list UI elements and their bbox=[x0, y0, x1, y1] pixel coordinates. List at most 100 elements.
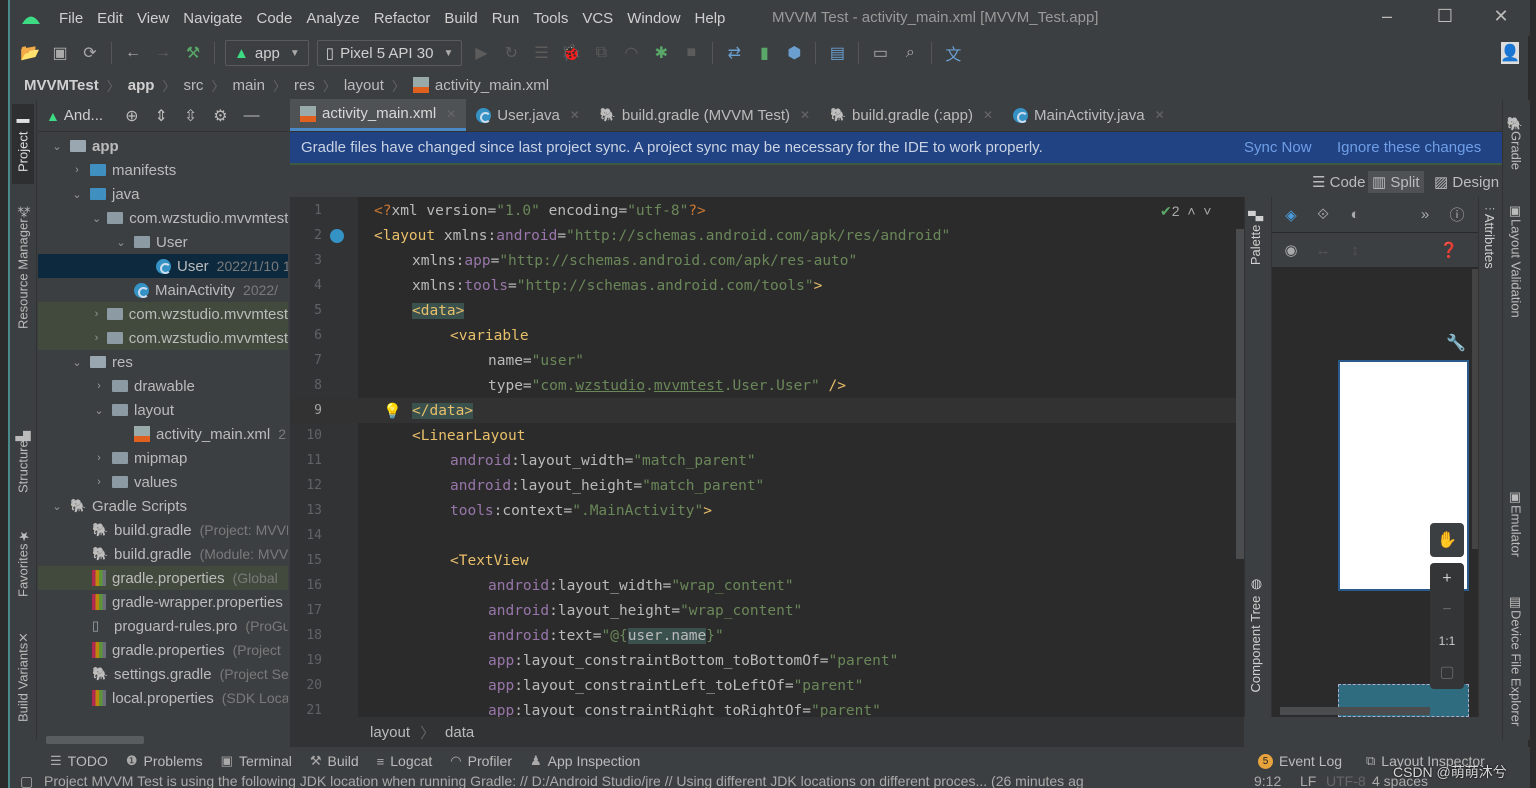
chevron-down-icon[interactable]: ⌄ bbox=[92, 212, 101, 225]
breadcrumb-file[interactable]: activity_main.xml bbox=[435, 77, 549, 94]
close-tab-icon[interactable]: ✕ bbox=[800, 108, 810, 122]
project-horizontal-scrollbar[interactable] bbox=[46, 736, 144, 744]
design-horizontal-scrollbar[interactable] bbox=[1280, 707, 1430, 715]
sync-now-link[interactable]: Sync Now bbox=[1244, 139, 1312, 156]
vertical-constraint-icon[interactable]: ↕ bbox=[1342, 237, 1368, 263]
help-icon[interactable]: ❓ bbox=[1436, 237, 1462, 263]
breadcrumb-src[interactable]: src bbox=[183, 77, 203, 94]
menu-analyze[interactable]: Analyze bbox=[299, 10, 366, 27]
breadcrumb-res[interactable]: res bbox=[294, 77, 315, 94]
menu-help[interactable]: Help bbox=[688, 10, 733, 27]
wrench-icon[interactable]: 🔧 bbox=[1446, 333, 1466, 353]
more-chevron-icon[interactable]: » bbox=[1412, 202, 1438, 228]
save-icon[interactable]: ▣ bbox=[48, 41, 72, 65]
tree-item-values[interactable]: › values bbox=[38, 470, 288, 494]
chevron-down-icon[interactable]: ⌄ bbox=[70, 188, 84, 201]
chevron-right-icon[interactable]: › bbox=[92, 332, 101, 344]
menu-view[interactable]: View bbox=[130, 10, 176, 27]
close-button[interactable]: ✕ bbox=[1486, 6, 1516, 27]
tree-item-app[interactable]: ⌄ app bbox=[38, 134, 288, 158]
tree-item-package-android-test[interactable]: › com.wzstudio.mvvmtest bbox=[38, 302, 288, 326]
breadcrumb-main[interactable]: main bbox=[232, 77, 265, 94]
lightbulb-icon[interactable]: 💡 bbox=[383, 402, 402, 420]
tab-mainactivity-java[interactable]: MainActivity.java ✕ bbox=[1003, 99, 1175, 131]
chevron-down-icon[interactable]: ⌄ bbox=[50, 500, 64, 513]
tree-item-gradle-properties-project[interactable]: gradle.properties (Project bbox=[38, 638, 288, 662]
orientation-icon[interactable]: ⟐ bbox=[1310, 202, 1336, 228]
chevron-right-icon[interactable]: › bbox=[92, 476, 106, 488]
code-breadcrumb-layout[interactable]: layout bbox=[370, 724, 410, 741]
tree-item-package-test[interactable]: › com.wzstudio.mvvmtest bbox=[38, 326, 288, 350]
tree-item-gradle-scripts[interactable]: ⌄ 🐘 Gradle Scripts bbox=[38, 494, 288, 518]
tab-build-gradle-project[interactable]: 🐘 build.gradle (MVVM Test) ✕ bbox=[590, 99, 820, 131]
gradle-tool-tab[interactable]: 🐘 Gradle bbox=[1505, 108, 1527, 178]
code-mode-button[interactable]: ☰ Code bbox=[1308, 171, 1369, 193]
expand-all-icon[interactable]: ⇕ bbox=[154, 106, 167, 126]
tree-item-layout[interactable]: ⌄ layout bbox=[38, 398, 288, 422]
forward-arrow-icon[interactable]: → bbox=[151, 41, 175, 65]
favorites-tool-tab[interactable]: Favorites ★ bbox=[12, 520, 34, 605]
tree-item-build-gradle-project[interactable]: 🐘 build.gradle (Project: MVVM bbox=[38, 518, 288, 542]
zoom-in-button[interactable]: + bbox=[1430, 563, 1464, 594]
event-log-tool-button[interactable]: 5 Event Log bbox=[1258, 753, 1342, 769]
tree-item-settings-gradle[interactable]: 🐘 settings.gradle (Project Se bbox=[38, 662, 288, 686]
tree-item-gradle-properties-global[interactable]: gradle.properties (Global bbox=[38, 566, 288, 590]
zoom-fit-button[interactable]: ▢ bbox=[1430, 656, 1464, 687]
device-file-explorer-tool-tab[interactable]: ▤ Device File Explorer bbox=[1505, 586, 1527, 736]
night-mode-icon[interactable]: ◐ bbox=[1342, 202, 1368, 228]
status-message[interactable]: Project MVVM Test is using the following… bbox=[44, 775, 1204, 788]
chevron-right-icon[interactable]: › bbox=[92, 380, 106, 392]
attach-debugger-icon[interactable]: ⧉ bbox=[589, 41, 613, 65]
split-mode-button[interactable]: ▥ Split bbox=[1368, 171, 1424, 193]
breadcrumb-layout[interactable]: layout bbox=[344, 77, 384, 94]
collapse-all-icon[interactable]: ⇳ bbox=[184, 106, 197, 126]
chevron-down-icon[interactable]: ⌄ bbox=[92, 404, 106, 417]
chevron-down-icon[interactable]: ⌄ bbox=[114, 236, 128, 249]
account-icon[interactable]: 👤 bbox=[1500, 42, 1520, 64]
breadcrumb-project[interactable]: MVVMTest bbox=[24, 77, 99, 94]
emulator-tool-tab[interactable]: ▣ Emulator bbox=[1505, 484, 1527, 564]
minimize-button[interactable]: – bbox=[1372, 6, 1402, 27]
run-config-select[interactable]: ▲ app ▼ bbox=[225, 40, 309, 66]
pan-hand-button[interactable]: ✋ bbox=[1430, 523, 1464, 557]
debug-icon[interactable]: 🐞 bbox=[559, 41, 583, 65]
gear-icon[interactable]: ⚙ bbox=[213, 106, 227, 126]
tree-item-activity-main-xml[interactable]: activity_main.xml 2 bbox=[38, 422, 288, 446]
file-encoding[interactable]: UTF-8 bbox=[1326, 775, 1366, 788]
menu-build[interactable]: Build bbox=[437, 10, 484, 27]
palette-tab[interactable]: Palette ▞ bbox=[1248, 211, 1263, 265]
tree-item-proguard-rules[interactable]: ▯ proguard-rules.pro (ProGuard bbox=[38, 614, 288, 638]
search-icon[interactable]: ⌕ bbox=[898, 41, 922, 65]
menu-vcs[interactable]: VCS bbox=[575, 10, 620, 27]
ignore-changes-link[interactable]: Ignore these changes bbox=[1337, 139, 1481, 156]
tree-item-manifests[interactable]: › manifests bbox=[38, 158, 288, 182]
apply-code-changes-icon[interactable]: ☰ bbox=[529, 41, 553, 65]
zoom-reset-button[interactable]: 1:1 bbox=[1430, 625, 1464, 656]
close-tab-icon[interactable]: ✕ bbox=[1155, 108, 1165, 122]
menu-code[interactable]: Code bbox=[249, 10, 299, 27]
locate-file-icon[interactable]: ⊕ bbox=[125, 106, 138, 126]
breadcrumb-module[interactable]: app bbox=[128, 77, 155, 94]
app-inspection-tool-button[interactable]: ♟ App Inspection bbox=[530, 753, 640, 769]
project-view-select[interactable]: And... bbox=[64, 107, 103, 124]
warning-info-icon[interactable]: ⓘ bbox=[1444, 202, 1470, 228]
sync-icon[interactable]: ⟳ bbox=[78, 41, 102, 65]
status-toggle-icon[interactable]: ▢ bbox=[20, 775, 33, 788]
profile-icon[interactable]: ◠ bbox=[619, 41, 643, 65]
close-tab-icon[interactable]: ✕ bbox=[570, 108, 580, 122]
make-project-hammer-icon[interactable]: ⚒ bbox=[181, 41, 205, 65]
zoom-out-button[interactable]: − bbox=[1430, 594, 1464, 625]
menu-edit[interactable]: Edit bbox=[90, 10, 130, 27]
hide-panel-icon[interactable]: — bbox=[244, 107, 260, 125]
tree-item-gradle-wrapper-properties[interactable]: gradle-wrapper.properties bbox=[38, 590, 288, 614]
chevron-right-icon[interactable]: › bbox=[70, 164, 84, 176]
profiler-tool-button[interactable]: ◠ Profiler bbox=[450, 753, 512, 769]
run-icon[interactable]: ▶ bbox=[469, 41, 493, 65]
layers-icon[interactable]: ◈ bbox=[1278, 202, 1304, 228]
todo-tool-button[interactable]: ☰ TODO bbox=[50, 753, 108, 769]
build-variants-tool-tab[interactable]: Build Variants ⨯ bbox=[12, 622, 34, 732]
menu-refactor[interactable]: Refactor bbox=[367, 10, 438, 27]
running-devices-icon[interactable]: ▭ bbox=[868, 41, 892, 65]
tree-item-user-folder[interactable]: ⌄ User bbox=[38, 230, 288, 254]
resource-manager-tool-tab[interactable]: Resource Manager ⁂ bbox=[12, 196, 34, 336]
